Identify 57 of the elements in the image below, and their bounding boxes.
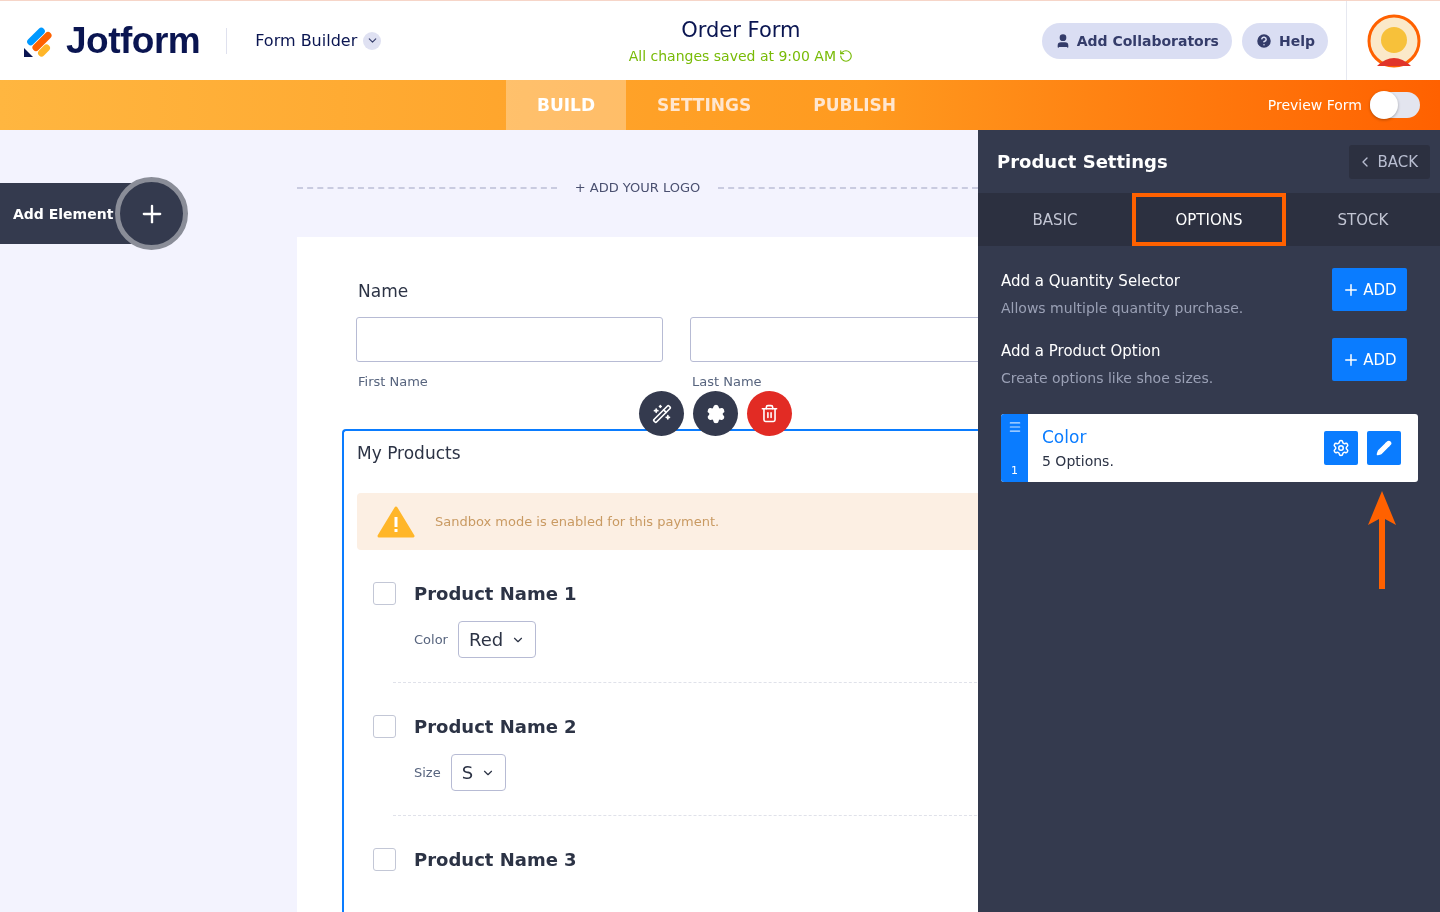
drag-icon bbox=[1007, 420, 1022, 434]
field-sublabel: First Name bbox=[358, 374, 429, 389]
add-button[interactable]: ADD bbox=[1332, 338, 1407, 381]
edit-button[interactable] bbox=[1367, 431, 1401, 465]
option-count: 5 Options. bbox=[1042, 453, 1115, 469]
pencil-icon bbox=[1376, 440, 1392, 456]
product-checkbox[interactable] bbox=[373, 582, 396, 605]
option-dropdown[interactable]: S bbox=[450, 754, 507, 791]
settings-icon bbox=[1332, 439, 1350, 457]
product-checkbox[interactable] bbox=[373, 848, 396, 871]
panel-tab[interactable]: OPTIONS bbox=[1132, 193, 1286, 246]
help-icon bbox=[1254, 31, 1273, 50]
product-checkbox[interactable] bbox=[373, 715, 396, 738]
text-field[interactable] bbox=[690, 317, 978, 362]
product-name: Product Name 3 bbox=[414, 849, 577, 870]
caret-icon bbox=[363, 31, 382, 50]
save-status: All changes saved at 9:00 AM bbox=[628, 47, 836, 64]
field-label: Name bbox=[358, 281, 410, 301]
warning-icon bbox=[377, 505, 415, 538]
drag-handle[interactable]: 1 bbox=[1001, 414, 1028, 482]
option-dropdown[interactable]: Red bbox=[457, 621, 537, 658]
field-label: My Products bbox=[357, 443, 462, 463]
add-element-button[interactable]: Add Element bbox=[0, 177, 188, 250]
section-description: Allows multiple quantity purchase. bbox=[1001, 300, 1244, 316]
panel-title: Product Settings bbox=[997, 151, 1168, 172]
add-button[interactable]: ADD bbox=[1332, 268, 1407, 311]
section-description: Create options like shoe sizes. bbox=[1001, 370, 1214, 386]
preview-label: Preview Form bbox=[1267, 97, 1362, 113]
back-button[interactable]: BACK bbox=[1349, 144, 1430, 179]
panel-tab[interactable]: STOCK bbox=[1286, 193, 1440, 246]
delete-button[interactable] bbox=[747, 391, 792, 436]
option-index: 1 bbox=[1011, 464, 1018, 477]
notice-text: Sandbox mode is enabled for this payment. bbox=[435, 514, 720, 529]
field-sublabel: Last Name bbox=[692, 374, 763, 389]
product-name: Product Name 1 bbox=[414, 583, 577, 604]
section-title: Add a Quantity Selector bbox=[1001, 272, 1181, 290]
option-name: Color bbox=[1042, 427, 1088, 447]
app-menu[interactable]: Form Builder bbox=[255, 31, 382, 50]
wand-icon bbox=[651, 403, 672, 424]
help-button[interactable]: Help bbox=[1241, 22, 1328, 59]
settings-icon bbox=[705, 403, 726, 424]
wand-button[interactable] bbox=[639, 391, 684, 436]
form-title: Order Form bbox=[681, 17, 801, 42]
text-field[interactable] bbox=[356, 317, 663, 362]
option-label: Color bbox=[414, 632, 448, 647]
avatar[interactable] bbox=[1366, 13, 1421, 68]
settings-button[interactable] bbox=[693, 391, 738, 436]
trash-icon bbox=[760, 404, 779, 423]
collaborators-button[interactable]: Add Collaborators bbox=[1041, 22, 1232, 59]
option-label: Size bbox=[414, 765, 441, 780]
product-name: Product Name 2 bbox=[414, 716, 577, 737]
preview-toggle[interactable] bbox=[1370, 92, 1420, 118]
brand-name: Jotform bbox=[66, 19, 201, 62]
undo-icon[interactable] bbox=[839, 48, 853, 63]
add-logo-link[interactable]: + ADD YOUR LOGO bbox=[574, 180, 701, 195]
section-title: Add a Product Option bbox=[1001, 342, 1162, 360]
panel-tab[interactable]: BASIC bbox=[978, 193, 1132, 246]
